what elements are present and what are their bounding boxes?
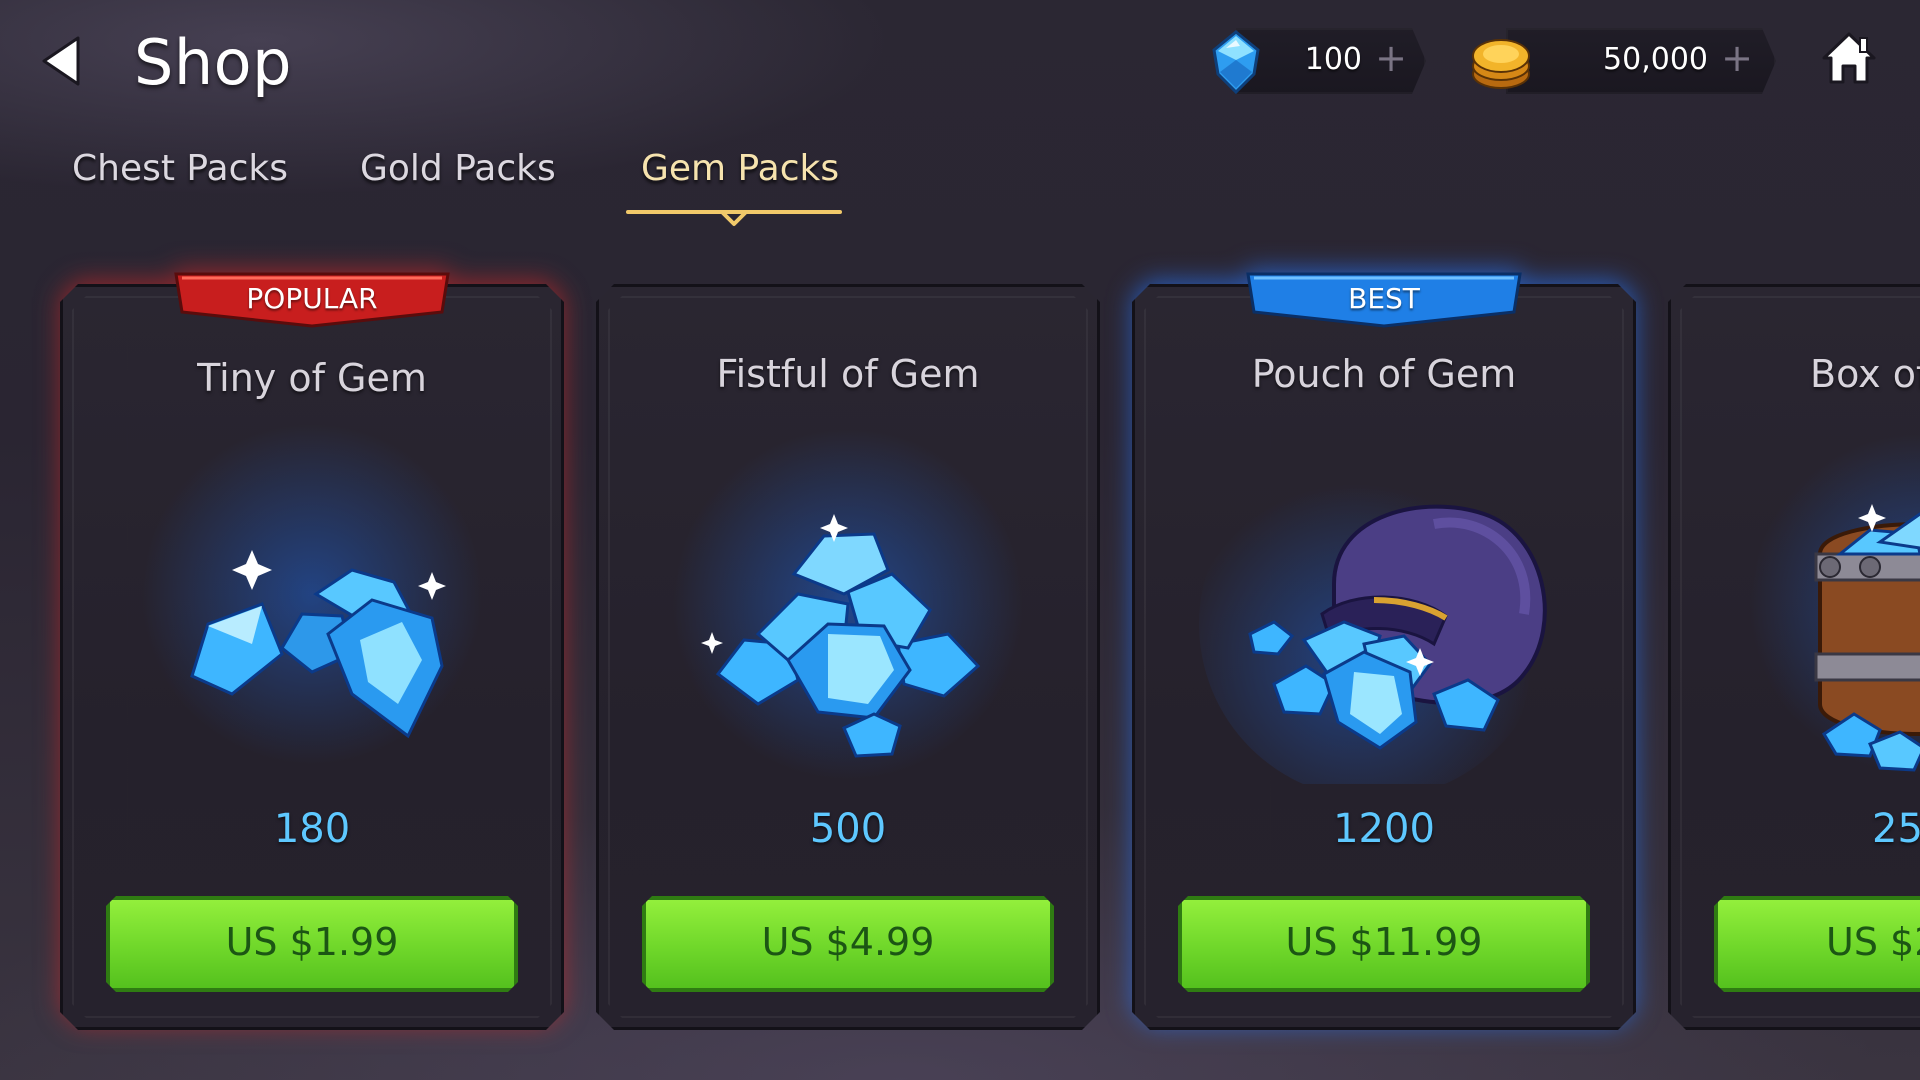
home-icon xyxy=(1822,32,1876,84)
tab-gem-packs[interactable]: Gem Packs xyxy=(641,148,839,189)
gem-barrel-icon xyxy=(1750,434,1920,774)
gem-amount: 100 xyxy=(1304,42,1362,77)
card-title: Pouch of Gem xyxy=(1251,352,1517,396)
gold-amount: 50,000 xyxy=(1603,42,1708,77)
gem-pile-icon xyxy=(673,429,1023,779)
price-label: US $1.99 xyxy=(225,920,399,964)
gem-currency-icon xyxy=(1212,30,1260,95)
popular-ribbon: POPULAR xyxy=(172,270,452,330)
gold-counter: 50,000 + xyxy=(1462,28,1782,94)
price-label: US $4.99 xyxy=(761,920,935,964)
active-tab-indicator xyxy=(626,210,842,226)
tab-gold-packs[interactable]: Gold Packs xyxy=(360,148,556,189)
add-gems-button[interactable]: + xyxy=(1374,38,1408,78)
buy-button-fistful[interactable]: US $4.99 xyxy=(642,896,1054,992)
back-button[interactable] xyxy=(38,34,88,88)
gem-quantity: 500 xyxy=(809,806,887,852)
gem-pouch-icon xyxy=(1199,449,1549,784)
back-arrow-icon xyxy=(42,36,80,86)
small-gem-cluster-icon xyxy=(142,424,482,764)
gold-coin-icon xyxy=(1472,39,1530,89)
gem-quantity: 1200 xyxy=(1333,806,1435,852)
card-title: Fistful of Gem xyxy=(716,352,980,396)
tab-chest-packs[interactable]: Chest Packs xyxy=(72,148,288,189)
card-title: Box of xyxy=(1810,352,1920,396)
buy-button-tiny[interactable]: US $1.99 xyxy=(106,896,518,992)
gem-pack-card-tiny[interactable]: POPULAR Tiny of Gem 180 US $1.99 xyxy=(60,272,564,1030)
gem-quantity: 25 xyxy=(1872,806,1920,852)
buy-button-box[interactable]: US $2 xyxy=(1714,896,1920,992)
home-button[interactable] xyxy=(1820,30,1878,86)
price-label: US $2 xyxy=(1826,920,1920,964)
page-title: Shop xyxy=(134,26,292,99)
gem-counter: 100 + xyxy=(1196,28,1436,95)
add-gold-button[interactable]: + xyxy=(1720,38,1754,78)
gem-pack-card-box[interactable]: Box of 25 US $2 xyxy=(1668,284,1920,1030)
gem-pack-card-pouch[interactable]: BEST Pouch of Gem 1200 US $11.99 xyxy=(1132,272,1636,1030)
gem-pack-card-fistful[interactable]: Fistful of Gem 500 US $4.99 xyxy=(596,284,1100,1030)
card-title: Tiny of Gem xyxy=(197,356,427,400)
best-ribbon: BEST xyxy=(1244,270,1524,330)
buy-button-pouch[interactable]: US $11.99 xyxy=(1178,896,1590,992)
gem-quantity: 180 xyxy=(273,806,351,852)
price-label: US $11.99 xyxy=(1285,920,1483,964)
shop-screen: Shop 100 + 50,000 + Chest Packs Gold Pac… xyxy=(0,0,1920,1080)
